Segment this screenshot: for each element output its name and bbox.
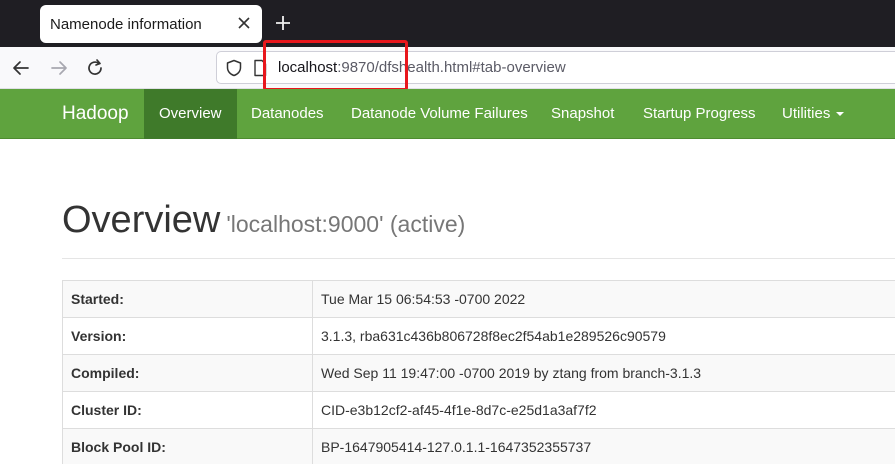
row-value: CID-e3b12cf2-af45-4f1e-8d7c-e25d1a3af7f2: [312, 391, 895, 429]
browser-tab-strip: Namenode information: [0, 0, 895, 47]
back-arrow-icon[interactable]: [10, 57, 32, 79]
row-value: Tue Mar 15 06:54:53 -0700 2022: [312, 280, 895, 318]
table-row: Started: Tue Mar 15 06:54:53 -0700 2022: [62, 280, 895, 318]
caret-down-icon: [836, 112, 845, 117]
browser-toolbar: localhost:9870/dfshealth.html#tab-overvi…: [0, 47, 895, 89]
nav-startup-progress[interactable]: Startup Progress: [643, 89, 756, 139]
page-title-text: Overview: [62, 199, 221, 241]
row-value: BP-1647905414-127.0.1.1-1647352355737: [312, 428, 895, 464]
navbar-brand[interactable]: Hadoop: [62, 103, 129, 125]
annotation-highlight-box: [263, 40, 408, 91]
table-row: Cluster ID: CID-e3b12cf2-af45-4f1e-8d7c-…: [62, 391, 895, 429]
nav-datanode-volume-failures[interactable]: Datanode Volume Failures: [351, 89, 528, 139]
table-row: Compiled: Wed Sep 11 19:47:00 -0700 2019…: [62, 354, 895, 392]
row-key: Started:: [62, 280, 313, 318]
row-key: Block Pool ID:: [62, 428, 313, 464]
row-key: Compiled:: [62, 354, 313, 392]
reload-icon[interactable]: [84, 57, 106, 79]
nav-snapshot[interactable]: Snapshot: [551, 89, 614, 139]
hadoop-navbar: Hadoop Overview Datanodes Datanode Volum…: [0, 89, 895, 139]
browser-tab[interactable]: Namenode information: [40, 5, 262, 43]
overview-table: Started: Tue Mar 15 06:54:53 -0700 2022 …: [62, 280, 895, 464]
nav-utilities-label: Utilities: [782, 105, 831, 122]
close-icon[interactable]: [235, 14, 253, 32]
page-title: Overview'localhost:9000' (active): [62, 199, 465, 242]
table-row: Version: 3.1.3, rba631c436b806728f8ec2f5…: [62, 317, 895, 355]
nav-datanodes[interactable]: Datanodes: [251, 89, 324, 139]
shield-icon[interactable]: [225, 59, 243, 77]
page-subtitle: 'localhost:9000' (active): [226, 211, 466, 237]
tab-title: Namenode information: [50, 16, 202, 33]
row-key: Version:: [62, 317, 313, 355]
row-value: 3.1.3, rba631c436b806728f8ec2f54ab1e2895…: [312, 317, 895, 355]
table-row: Block Pool ID: BP-1647905414-127.0.1.1-1…: [62, 428, 895, 464]
nav-overview[interactable]: Overview: [144, 89, 237, 139]
row-value: Wed Sep 11 19:47:00 -0700 2019 by ztang …: [312, 354, 895, 392]
divider: [62, 258, 895, 259]
plus-icon[interactable]: [273, 13, 293, 33]
nav-utilities[interactable]: Utilities: [782, 89, 845, 139]
forward-arrow-icon[interactable]: [48, 57, 70, 79]
row-key: Cluster ID:: [62, 391, 313, 429]
